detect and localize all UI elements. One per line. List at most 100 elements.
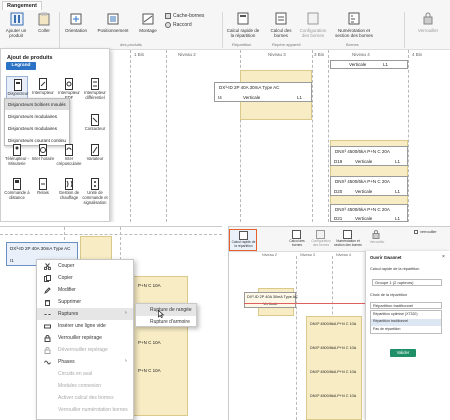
lock-label: Verrouiller: [417, 28, 439, 33]
product-inter-horaire[interactable]: Inter horaire: [32, 142, 54, 168]
product-variateur[interactable]: Variateur: [84, 142, 106, 168]
dropdown-item-modular[interactable]: Disjoncteurs modulaires: [5, 111, 69, 122]
ctx-edit-label: Modifier: [58, 287, 76, 293]
paste-icon: [38, 12, 50, 26]
top-right-row[interactable]: Verticale L1: [330, 60, 408, 69]
br-config-terminals-button[interactable]: Configuration des bornes: [310, 230, 332, 250]
column-niveau-2: Niveau 2: [178, 52, 196, 57]
side-device-label-3: P+N C 10A: [138, 368, 161, 373]
main-device-line: L1: [297, 95, 303, 100]
br-lock-button[interactable]: Verrouiller: [368, 230, 386, 250]
br-selected-device[interactable]: DX³-ID 2P 40A 30mA Type AC Verticale: [244, 292, 298, 308]
device-code: D20: [334, 189, 343, 194]
orientation-button[interactable]: Orientation: [62, 11, 90, 41]
br-selected-device-name: DX³-ID 2P 40A 30mA Type AC: [247, 295, 298, 299]
ctx-edit[interactable]: Modifier: [37, 284, 133, 296]
close-icon[interactable]: ×: [442, 254, 445, 260]
dropdown-item-moulded[interactable]: Disjoncteurs boîtiers moulés: [5, 99, 69, 110]
device-code: D19: [334, 159, 343, 164]
repartition-options-list: Répartition optimisé (XT320) Répartition…: [370, 310, 442, 334]
product-contacteur[interactable]: Contacteur: [84, 112, 106, 138]
product-commande-distance[interactable]: Commande à distance: [4, 176, 30, 202]
br-lock-label: Verrouiller: [369, 240, 385, 244]
paste-label: Coller: [38, 28, 50, 33]
product-telerupteur[interactable]: Télérupteur - Minuterie: [5, 142, 29, 168]
validate-button[interactable]: Valider: [390, 349, 416, 357]
product-gestion-chauffage[interactable]: Gestion de chauffage: [58, 176, 80, 202]
br-numbering-button[interactable]: Numérotation et section des bornes: [334, 230, 362, 250]
option-traditional[interactable]: Répartition traditionnel: [371, 319, 441, 326]
relay-icon: [39, 178, 47, 190]
quick-calc-label: Calcul rapide de la répartition: [226, 28, 260, 38]
main-device-row[interactable]: DX³-ID 2P 40A 30mA Type AC I4 Verticale …: [214, 82, 312, 102]
edf-switch-icon: [65, 78, 73, 90]
ctx-delete[interactable]: Supprimer: [37, 296, 133, 308]
product-label: Variateur: [86, 156, 104, 161]
br-quick-calc-button[interactable]: Calcul rapide de la répartition: [229, 229, 257, 251]
submenu-row-break[interactable]: Rupture de rangée: [136, 304, 196, 316]
break-icon: [44, 314, 51, 315]
brand-legrand[interactable]: Legrand: [6, 62, 36, 70]
repartition-select[interactable]: Répartition traditionnel: [370, 302, 442, 309]
product-unite-commande[interactable]: Unité de commande et signalisation: [82, 176, 108, 205]
selected-device-code: I1: [10, 258, 14, 263]
device-code: D21: [334, 216, 343, 221]
calc-terminals-button[interactable]: Calcul des bornes: [267, 11, 295, 41]
lock-icon: [44, 335, 51, 342]
numbering-icon: [348, 12, 360, 25]
numbering-button[interactable]: Numérotation et section des bornes: [334, 11, 374, 41]
option-optimised[interactable]: Répartition optimisé (XT320): [373, 312, 418, 316]
ctx-downstream-label: Circuits en aval: [58, 371, 93, 377]
lock-button[interactable]: Verrouiller: [414, 11, 442, 41]
ctx-copy[interactable]: Copier: [37, 272, 133, 284]
ctx-insert-row[interactable]: Insérer une ligne vide: [37, 320, 133, 332]
dropdown-item-modular-2[interactable]: Disjoncteurs modulaires: [5, 123, 69, 134]
mounting-button[interactable]: Montage: [134, 11, 162, 41]
br-calc-terminals-button[interactable]: Calcul des bornes: [286, 230, 308, 250]
device-row-d19[interactable]: DNX³ 4500/6kA P+N C 20A D19 Verticale L1: [330, 146, 408, 166]
row-line: L1: [383, 62, 389, 67]
lock-icon: [372, 230, 380, 239]
side-device-label-2: P+N C 10A: [138, 340, 161, 345]
device-row-d20[interactable]: DNX³ 4500/6kA P+N C 20A D20 Verticale L1: [330, 176, 408, 196]
product-relais[interactable]: Relais: [32, 176, 54, 202]
column-niveau-4: Niveau 4: [352, 52, 370, 57]
break-line: [244, 303, 365, 304]
lock-checkbox[interactable]: [414, 230, 418, 234]
ctx-activate-calc: Activer calcul des bornes: [37, 392, 133, 404]
calc-icon: [237, 12, 249, 25]
paste-button[interactable]: Coller: [30, 11, 58, 41]
timer-switch-icon: [39, 144, 47, 156]
terminal-cover-icon: [165, 13, 171, 19]
product-interrupteur-differentiel[interactable]: Interrupteur différentiel: [84, 76, 106, 102]
quick-calc-button[interactable]: Calcul rapide de la répartition: [226, 11, 260, 41]
ctx-lock-marking[interactable]: Verrouiller repérage: [37, 332, 133, 344]
switch-icon: [39, 78, 47, 90]
ctx-connection-modules: Modules connexion: [37, 380, 133, 392]
submenu-cabinet-break[interactable]: Rupture d'armoire: [136, 316, 196, 328]
ctx-ruptures[interactable]: Ruptures ›: [37, 308, 133, 320]
product-label: Disjoncteur: [7, 91, 29, 96]
positioning-button[interactable]: Positionnement: [96, 11, 130, 41]
add-product-button[interactable]: Ajouter un produit: [2, 11, 30, 41]
positioning-icon: [107, 13, 119, 25]
group-select[interactable]: Groupe 1 (2 rupteurs): [372, 279, 442, 286]
device-orientation: Verticale: [355, 159, 373, 164]
column-3-bis: 3 Bis: [314, 52, 325, 57]
option-none[interactable]: Pas de répartition: [373, 327, 400, 331]
br-numbering-label: Numérotation et section des bornes: [334, 239, 362, 247]
device-row-d21[interactable]: DNX³ 4500/6kA P+N C 20A D21 Verticale L1: [330, 204, 408, 222]
panel-subtitle: Calcul rapide de la répartition: [370, 267, 420, 271]
control-unit-icon: [91, 178, 99, 190]
product-inter-crepusculaire[interactable]: Inter crépusculaire: [57, 142, 81, 168]
breaker-type-dropdown: Disjoncteurs boîtiers moulés Disjoncteur…: [4, 98, 70, 146]
ctx-cut[interactable]: Couper: [37, 260, 133, 272]
br-column-niveau-2: Niveau 2: [262, 253, 277, 257]
device-name: DNX³ 4500/6kA P+N C 20A: [335, 179, 390, 184]
ctx-phases[interactable]: Phases ›: [37, 356, 133, 368]
config-terminals-button[interactable]: Configuration des bornes: [298, 11, 328, 41]
tab-rangement[interactable]: Rangement: [2, 1, 42, 10]
twilight-switch-icon: [65, 144, 73, 156]
submenu-cabinet-break-label: Rupture d'armoire: [150, 319, 190, 325]
calc-icon: [239, 231, 248, 240]
